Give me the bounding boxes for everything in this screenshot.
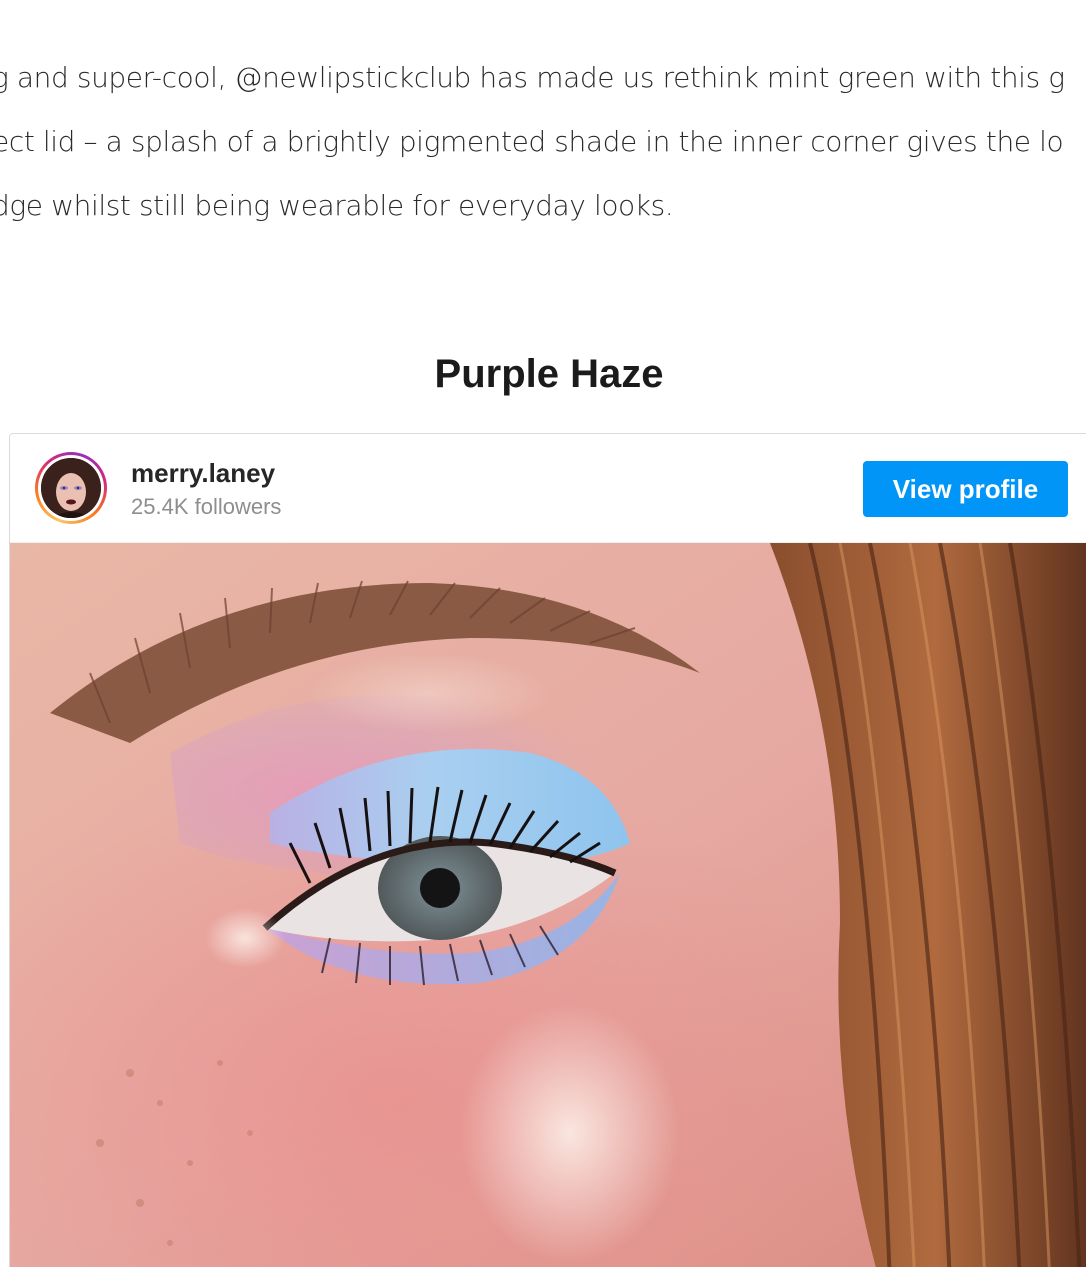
avatar[interactable] <box>35 452 107 524</box>
instagram-embed: merry.laney 25.4K followers View profile <box>9 433 1086 1267</box>
article-line: ect lid – a splash of a brightly pigment… <box>0 125 1064 158</box>
avatar-photo <box>41 458 101 518</box>
follower-count: 25.4K followers <box>131 494 282 519</box>
article-line: g and super-cool, @newlipstickclub has m… <box>0 61 1065 94</box>
article-paragraph: g and super-cool, @newlipstickclub has m… <box>0 46 1086 238</box>
article-line: dge whilst still being wearable for ever… <box>0 189 674 222</box>
embed-header: merry.laney 25.4K followers View profile <box>10 434 1086 543</box>
post-photo[interactable] <box>10 543 1086 1267</box>
section-heading: Purple Haze <box>434 352 664 396</box>
profile-username[interactable]: merry.laney <box>131 458 275 489</box>
view-profile-button[interactable]: View profile <box>863 461 1068 517</box>
